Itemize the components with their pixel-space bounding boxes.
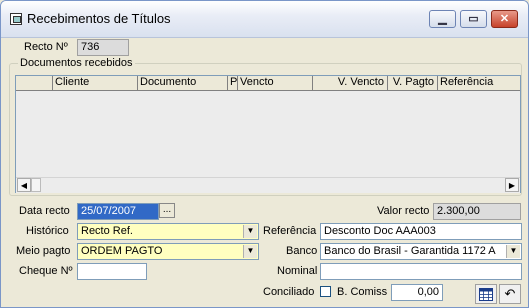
documentos-grid[interactable]: Cliente Documento P Vencto V. Vencto V. … [15, 75, 521, 193]
column-cliente[interactable]: Cliente [53, 76, 138, 90]
historico-select[interactable]: Recto Ref. ▼ [77, 223, 259, 240]
banco-value: Banco do Brasil - Garantida 1172 A [324, 245, 496, 257]
scroll-left-icon[interactable]: ◀ [17, 178, 31, 192]
chevron-down-icon[interactable]: ▼ [506, 245, 520, 258]
recto-label: Recto Nº [24, 41, 68, 53]
minimize-icon: ▁ [438, 13, 447, 25]
column-v-pagto[interactable]: V. Pagto [388, 76, 438, 90]
grid-header: Cliente Documento P Vencto V. Vencto V. … [16, 76, 520, 91]
minimize-button[interactable]: ▁ [429, 10, 456, 28]
window: Recebimentos de Títulos ▁ ▭ ✕ Recto Nº 7… [0, 0, 529, 308]
grid-body[interactable] [16, 91, 520, 177]
close-icon: ✕ [499, 13, 510, 25]
chevron-down-icon[interactable]: ▼ [243, 225, 257, 238]
meio-pagto-label: Meio pagto [16, 245, 71, 257]
close-button[interactable]: ✕ [491, 10, 518, 28]
undo-button[interactable]: ↶ [499, 284, 521, 304]
banco-select[interactable]: Banco do Brasil - Garantida 1172 A ▼ [320, 243, 522, 260]
calendar-icon [479, 287, 493, 301]
maximize-button[interactable]: ▭ [460, 10, 487, 28]
window-title: Recebimentos de Títulos [27, 11, 171, 26]
historico-value: Recto Ref. [81, 225, 133, 237]
maximize-icon: ▭ [468, 13, 479, 25]
historico-label: Histórico [26, 225, 69, 237]
chevron-down-icon[interactable]: ▼ [243, 245, 257, 258]
column-v-vencto[interactable]: V. Vencto [313, 76, 388, 90]
valor-recto-field: 2.300,00 [433, 203, 521, 220]
cheque-field[interactable] [77, 263, 147, 280]
nominal-label: Nominal [277, 265, 318, 277]
cheque-label: Cheque Nº [19, 265, 73, 277]
app-icon [10, 13, 22, 25]
column-referencia[interactable]: Referência [438, 76, 520, 90]
grid-header-indicator [16, 76, 53, 90]
valor-recto-label: Valor recto [377, 205, 430, 217]
conciliado-label: Conciliado [263, 286, 315, 298]
scroll-thumb[interactable] [31, 178, 41, 192]
calendar-button[interactable] [475, 284, 497, 304]
conciliado-checkbox[interactable] [320, 286, 331, 297]
nominal-field[interactable] [320, 263, 522, 280]
referencia-field[interactable]: Desconto Doc AAA003 [320, 223, 522, 240]
horizontal-scrollbar[interactable]: ◀ ▶ [16, 177, 520, 193]
column-documento[interactable]: Documento [138, 76, 228, 90]
referencia-label: Referência [263, 225, 317, 237]
recto-number-field: 736 [77, 39, 129, 56]
column-vencto[interactable]: Vencto [238, 76, 313, 90]
meio-pagto-value: ORDEM PAGTO [81, 245, 163, 257]
data-recto-label: Data recto [19, 205, 70, 217]
banco-label: Banco [286, 245, 318, 257]
title-bar: Recebimentos de Títulos ▁ ▭ ✕ [1, 1, 528, 38]
column-p[interactable]: P [228, 76, 238, 90]
bcomiss-field[interactable]: 0,00 [391, 284, 443, 301]
undo-icon: ↶ [504, 286, 516, 301]
data-recto-field[interactable]: 25/07/2007 [77, 203, 159, 220]
meio-pagto-select[interactable]: ORDEM PAGTO ▼ [77, 243, 259, 260]
scroll-right-icon[interactable]: ▶ [505, 178, 519, 192]
date-picker-button[interactable]: ... [159, 203, 175, 218]
documentos-group-label: Documentos recebidos [18, 57, 135, 69]
bcomiss-label: B. Comiss [337, 286, 388, 298]
